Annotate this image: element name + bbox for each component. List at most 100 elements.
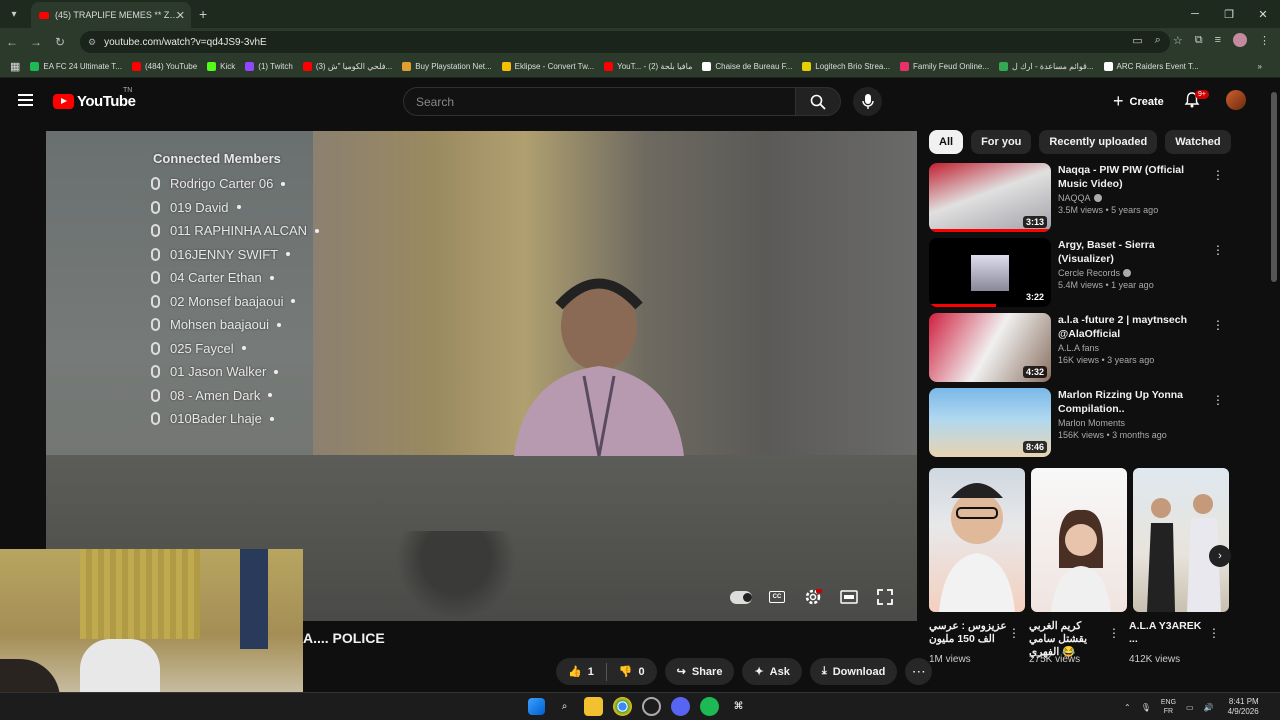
apps-grid-icon[interactable]: ▦: [10, 60, 20, 73]
channel-name[interactable]: NAQQA: [1058, 193, 1091, 203]
bookmark-item[interactable]: Family Feud Online...: [900, 62, 989, 71]
channel-name[interactable]: Marlon Moments: [1058, 418, 1125, 428]
windows-start-icon[interactable]: [528, 698, 545, 715]
discord-icon[interactable]: [671, 697, 690, 716]
video-title-text[interactable]: a.l.a -future 2 | maytnsech @AlaOfficial: [1058, 313, 1208, 341]
profile-avatar[interactable]: [1233, 33, 1247, 47]
theater-mode-button[interactable]: [838, 588, 860, 606]
taskbar-search-icon[interactable]: ⌕: [555, 697, 574, 716]
site-info-icon[interactable]: ⚙: [88, 37, 96, 48]
bookmark-item[interactable]: Kick: [207, 62, 235, 71]
cast-icon[interactable]: ▭: [1132, 34, 1142, 47]
recorder-icon[interactable]: [642, 697, 661, 716]
bookmark-star-icon[interactable]: ☆: [1173, 34, 1183, 47]
bookmark-item[interactable]: YouT... - مافيا بلحة (2): [604, 62, 692, 71]
dislike-button[interactable]: 👎 0: [619, 665, 645, 679]
chrome-icon[interactable]: [613, 697, 632, 716]
short-title[interactable]: عزيزوس : عرسي الف 150 مليون: [929, 620, 1007, 646]
tab-search-chevron-icon[interactable]: ▾: [3, 4, 25, 24]
short-menu-kebab-icon[interactable]: · · ·: [1111, 621, 1117, 643]
recommended-video[interactable]: 4:32 a.l.a -future 2 | maytnsech @AlaOffi…: [929, 313, 1229, 383]
search-button[interactable]: [795, 87, 841, 116]
address-bar[interactable]: ⚙ youtube.com/watch?v=qd4JS9-3vhE: [80, 31, 1170, 53]
hamburger-menu-icon[interactable]: [18, 94, 33, 106]
browser-tab-active[interactable]: (45) TRAPLIFE MEMES ** Z… ✕: [31, 2, 191, 28]
video-menu-kebab-icon[interactable]: · · ·: [1215, 313, 1221, 335]
page-scrollbar[interactable]: [1268, 80, 1280, 692]
recommended-video[interactable]: 3:22 Argy, Baset - Sierra (Visualizer) Cer…: [929, 238, 1229, 308]
bookmark-item[interactable]: (484) YouTube: [131, 62, 197, 71]
system-clock[interactable]: 8:41 PM 4/9/2026: [1228, 697, 1259, 717]
ask-button[interactable]: ✦ Ask: [742, 658, 802, 685]
language-indicator[interactable]: ENG FR: [1161, 698, 1176, 716]
video-thumbnail[interactable]: 4:32: [929, 313, 1051, 382]
scrollbar-thumb[interactable]: [1271, 92, 1277, 282]
reload-icon[interactable]: ↻: [48, 35, 72, 49]
bookmark-item[interactable]: (1) Twitch: [245, 62, 293, 71]
short-thumbnail[interactable]: [1031, 468, 1127, 612]
spotify-icon[interactable]: [700, 697, 719, 716]
extensions-icon[interactable]: ⧉: [1195, 34, 1203, 47]
settings-button[interactable]: [802, 588, 824, 606]
video-title-text[interactable]: Naqqa - PIW PIW (Official Music Video): [1058, 163, 1208, 191]
forward-arrow-icon[interactable]: →: [24, 35, 48, 49]
volume-icon[interactable]: 🔊: [1204, 703, 1214, 712]
minimize-icon[interactable]: ─: [1178, 8, 1212, 20]
filter-chip[interactable]: Watched: [1165, 130, 1231, 154]
video-menu-kebab-icon[interactable]: · · ·: [1215, 163, 1221, 185]
filter-chip[interactable]: For you: [971, 130, 1032, 154]
video-menu-kebab-icon[interactable]: · · ·: [1215, 388, 1221, 410]
filter-chip[interactable]: All: [929, 130, 964, 154]
subtitles-button[interactable]: CC: [766, 588, 788, 606]
voice-search-button[interactable]: [853, 87, 882, 116]
network-icon[interactable]: ▭: [1186, 703, 1194, 712]
short-title[interactable]: A.L.A Y3AREK ...: [1129, 620, 1207, 646]
video-thumbnail[interactable]: 8:46: [929, 388, 1051, 457]
short-menu-kebab-icon[interactable]: · · ·: [1011, 621, 1017, 643]
file-explorer-icon[interactable]: [584, 697, 603, 716]
tray-overflow-chevron-icon[interactable]: ⌃: [1124, 703, 1131, 712]
back-arrow-icon[interactable]: ←: [0, 35, 24, 49]
download-button[interactable]: ⤓ Download: [809, 658, 898, 685]
bookmark-item[interactable]: (3) فلحي الكوميا "ش...: [302, 62, 392, 71]
zoom-icon[interactable]: ⌕: [1155, 34, 1161, 47]
bookmark-item[interactable]: Buy Playstation Net...: [402, 62, 492, 71]
shorts-next-chevron-icon[interactable]: ›: [1209, 545, 1231, 567]
search-input[interactable]: Search: [403, 87, 796, 116]
video-thumbnail[interactable]: 3:13: [929, 163, 1051, 232]
browser-menu-icon[interactable]: ⋮: [1259, 34, 1270, 47]
bookmark-item[interactable]: EA FC 24 Ultimate T...: [30, 62, 122, 71]
bookmark-item[interactable]: Eklipse - Convert Tw...: [501, 62, 594, 71]
recommended-video[interactable]: 8:46 Marlon Rizzing Up Yonna Compilation.…: [929, 388, 1229, 458]
reading-list-icon[interactable]: ≡: [1215, 34, 1221, 46]
like-button[interactable]: 👍 1: [568, 665, 594, 679]
video-menu-kebab-icon[interactable]: · · ·: [1215, 238, 1221, 260]
recommended-video[interactable]: 3:13 Naqqa - PIW PIW (Official Music Vide…: [929, 163, 1229, 233]
terminal-app-icon[interactable]: ⌘: [729, 697, 748, 716]
filter-chip[interactable]: Recently uploaded: [1039, 130, 1158, 154]
share-button[interactable]: ↪ Share: [664, 658, 735, 685]
short-thumbnail[interactable]: [929, 468, 1025, 612]
new-tab-plus-icon[interactable]: +: [199, 6, 207, 22]
bookmark-item[interactable]: ARC Raiders Event T...: [1103, 62, 1199, 71]
bookmarks-overflow-chevron-icon[interactable]: »: [1258, 62, 1262, 71]
tray-mic-icon[interactable]: 🎙: [1141, 703, 1151, 712]
youtube-logo[interactable]: YouTube TN: [53, 87, 136, 110]
bookmark-item[interactable]: قوائم مساعدة - ارك ل...: [999, 62, 1094, 71]
short-thumbnail[interactable]: [1133, 468, 1229, 612]
channel-name[interactable]: A.L.A fans: [1058, 343, 1099, 353]
tab-close-icon[interactable]: ✕: [176, 9, 185, 22]
account-avatar[interactable]: [1226, 90, 1246, 110]
autoplay-toggle[interactable]: [730, 588, 752, 606]
short-menu-kebab-icon[interactable]: · · ·: [1211, 621, 1217, 643]
bookmark-item[interactable]: Chaise de Bureau F...: [702, 62, 792, 71]
video-title-text[interactable]: Argy, Baset - Sierra (Visualizer): [1058, 238, 1208, 266]
video-title-text[interactable]: Marlon Rizzing Up Yonna Compilation..: [1058, 388, 1208, 416]
fullscreen-button[interactable]: [874, 588, 896, 606]
video-thumbnail[interactable]: 3:22: [929, 238, 1051, 307]
bookmark-item[interactable]: Logitech Brio Strea...: [802, 62, 890, 71]
close-window-icon[interactable]: ✕: [1246, 8, 1280, 21]
create-button[interactable]: + Create: [1103, 87, 1174, 116]
restore-icon[interactable]: ❐: [1212, 8, 1246, 21]
channel-name[interactable]: Cercle Records: [1058, 268, 1120, 278]
